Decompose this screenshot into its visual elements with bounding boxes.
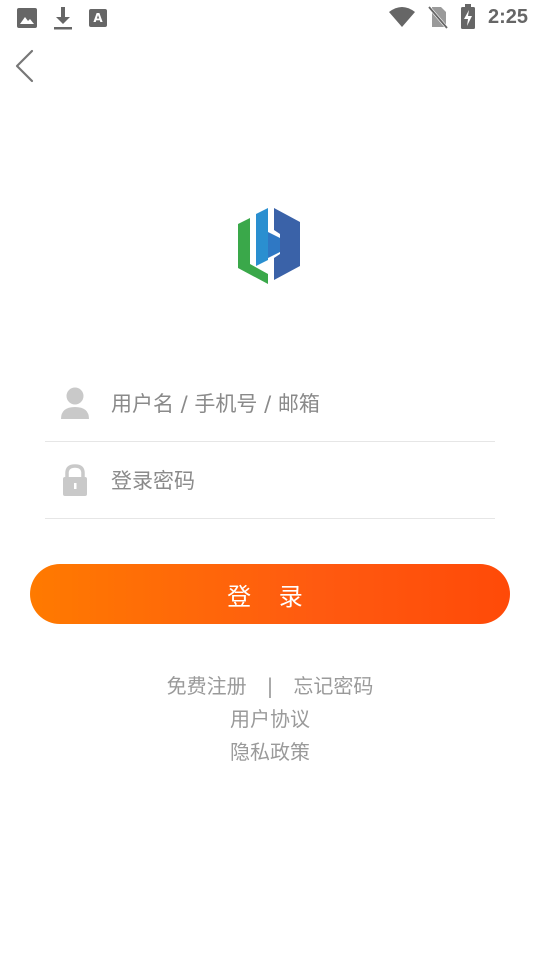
app-logo-icon [238,208,300,284]
links-row-2: 用户协议 [0,703,540,736]
password-row [45,443,495,519]
text-a-icon: A [89,9,107,27]
privacy-policy-link[interactable]: 隐私政策 [230,740,310,764]
username-row [45,366,495,442]
password-input[interactable] [111,461,491,501]
login-button[interactable]: 登 录 [30,564,510,624]
footer-links: 免费注册 | 忘记密码 用户协议 隐私政策 [0,670,540,769]
links-row-3: 隐私政策 [0,736,540,769]
user-icon [61,387,89,419]
no-sim-icon [427,6,448,29]
status-bar: A 2:25 [0,0,540,36]
download-icon [54,7,72,30]
links-row-1: 免费注册 | 忘记密码 [0,670,540,703]
battery-charging-icon [460,4,475,29]
svg-text:A: A [93,11,103,25]
user-agreement-link[interactable]: 用户协议 [230,707,310,731]
back-button[interactable] [10,48,42,84]
image-icon [17,8,37,28]
link-separator: | [266,674,274,698]
forgot-password-link[interactable]: 忘记密码 [293,674,373,698]
chevron-left-icon [15,49,34,83]
app-logo [236,206,304,286]
username-input[interactable] [111,384,491,424]
lock-icon [63,464,87,496]
status-time: 2:25 [487,5,528,28]
register-link[interactable]: 免费注册 [167,674,247,698]
wifi-icon [388,7,415,27]
